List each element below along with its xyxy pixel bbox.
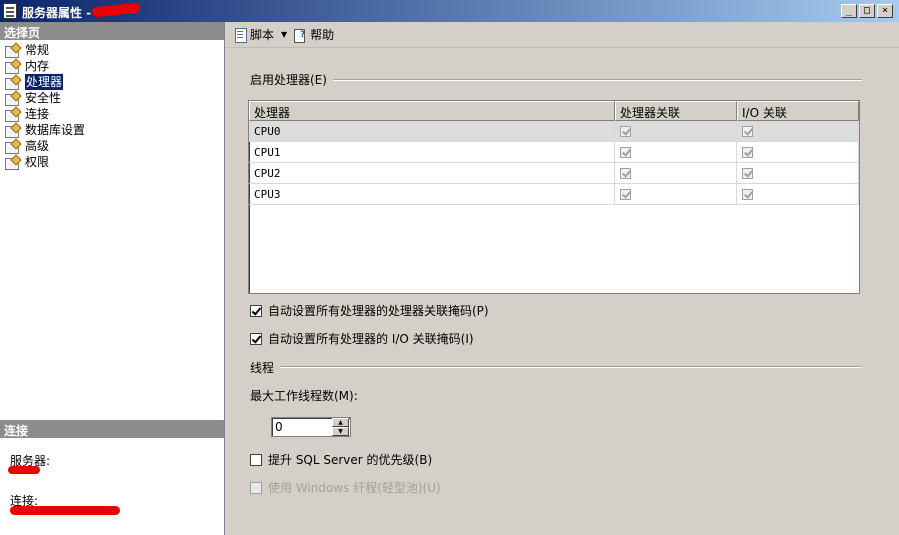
table-row[interactable]: CPU1	[249, 142, 859, 163]
page-item-label: 内存	[25, 59, 50, 73]
page-item-permissions[interactable]: 权限	[0, 154, 224, 170]
auto-io-affinity-checkbox[interactable]	[250, 332, 262, 345]
page-item-memory[interactable]: 内存	[0, 58, 224, 74]
close-button[interactable]: ×	[877, 4, 893, 18]
auto-io-affinity-label: 自动设置所有处理器的 I/O 关联掩码(I)	[268, 332, 474, 346]
max-worker-threads-label: 最大工作线程数(M):	[250, 389, 358, 403]
auto-affinity-option[interactable]: 自动设置所有处理器的处理器关联掩码(P)	[250, 302, 489, 319]
toolbar: 脚本 ▼ 帮助	[226, 22, 899, 48]
processor-grid: 处理器 处理器关联 I/O 关联 CPU0 CPU1 CPU2 CPU3	[248, 100, 860, 294]
page-item-label: 高级	[25, 139, 50, 153]
title-bar: 服务器属性 - _ □ ×	[0, 0, 899, 22]
page-icon	[4, 156, 21, 170]
spin-buttons: ▲ ▼	[332, 418, 349, 436]
page-item-label: 安全性	[25, 91, 62, 105]
redaction-mark	[8, 466, 40, 474]
auto-affinity-checkbox[interactable]	[250, 304, 262, 317]
page-item-advanced[interactable]: 高级	[0, 138, 224, 154]
affinity-cell	[615, 121, 737, 141]
window-title: 服务器属性 -	[22, 6, 92, 20]
help-button[interactable]: 帮助	[290, 25, 337, 45]
window-controls: _ □ ×	[841, 4, 893, 18]
grid-header: 处理器 处理器关联 I/O 关联	[249, 101, 859, 121]
io-affinity-checkbox	[742, 167, 753, 179]
processor-name: CPU1	[249, 142, 615, 162]
column-header-io-affinity[interactable]: I/O 关联	[737, 101, 859, 121]
auto-io-affinity-option[interactable]: 自动设置所有处理器的 I/O 关联掩码(I)	[250, 330, 474, 347]
boost-priority-option[interactable]: 提升 SQL Server 的优先级(B)	[250, 451, 432, 468]
page-icon	[4, 140, 21, 154]
io-affinity-checkbox	[742, 188, 753, 200]
affinity-cell	[615, 163, 737, 183]
left-pane: 选择页 常规 内存 处理器 安全性 连接 数据库设置 高级 权限 连接 服务器:…	[0, 22, 225, 535]
boost-priority-checkbox[interactable]	[250, 453, 262, 466]
script-button[interactable]: 脚本 ▼	[230, 25, 290, 45]
table-row[interactable]: CPU0	[249, 121, 859, 142]
lightweight-pooling-label: 使用 Windows 纤程(轻型池)(U)	[268, 481, 441, 495]
page-item-label: 连接	[25, 107, 50, 121]
spin-down-icon[interactable]: ▼	[332, 427, 349, 436]
page-item-label: 处理器	[25, 74, 64, 90]
script-label: 脚本	[250, 28, 275, 42]
group-divider	[250, 366, 862, 368]
page-item-label: 数据库设置	[25, 123, 86, 137]
redaction-mark	[91, 2, 141, 18]
help-icon	[293, 28, 307, 43]
io-affinity-cell	[737, 163, 859, 183]
connection-header: 连接	[0, 420, 224, 438]
affinity-cell	[615, 184, 737, 204]
server-properties-icon	[3, 3, 17, 19]
page-icon	[4, 60, 21, 74]
help-label: 帮助	[310, 28, 335, 42]
page-item-label: 常规	[25, 43, 50, 57]
select-page-header: 选择页	[0, 22, 224, 40]
page-item-connections[interactable]: 连接	[0, 106, 224, 122]
lightweight-pooling-checkbox[interactable]	[250, 481, 262, 494]
affinity-checkbox	[620, 188, 631, 200]
page-item-processors[interactable]: 处理器	[0, 74, 224, 90]
minimize-button[interactable]: _	[841, 4, 857, 18]
io-affinity-checkbox	[742, 146, 753, 158]
redaction-mark	[10, 506, 120, 515]
page-icon	[4, 44, 21, 58]
page-icon	[4, 92, 21, 106]
column-header-affinity[interactable]: 处理器关联	[615, 101, 737, 121]
auto-affinity-label: 自动设置所有处理器的处理器关联掩码(P)	[268, 304, 489, 318]
maximize-button[interactable]: □	[859, 4, 875, 18]
page-icon	[4, 76, 21, 90]
processor-name: CPU2	[249, 163, 615, 183]
processor-settings-panel: 启用处理器(E) 处理器 处理器关联 I/O 关联 CPU0 CPU1 CPU2…	[226, 49, 899, 535]
lightweight-pooling-option[interactable]: 使用 Windows 纤程(轻型池)(U)	[250, 479, 441, 496]
io-affinity-cell	[737, 121, 859, 141]
affinity-checkbox	[620, 125, 631, 137]
table-row[interactable]: CPU2	[249, 163, 859, 184]
affinity-checkbox	[620, 146, 631, 158]
page-item-label: 权限	[25, 155, 50, 169]
max-worker-threads-input[interactable]	[272, 418, 332, 436]
processor-name: CPU3	[249, 184, 615, 204]
page-list: 常规 内存 处理器 安全性 连接 数据库设置 高级 权限	[0, 40, 224, 170]
io-affinity-checkbox	[742, 125, 753, 137]
processors-group-title: 启用处理器(E)	[250, 71, 333, 88]
page-item-database-settings[interactable]: 数据库设置	[0, 122, 224, 138]
dropdown-arrow-icon: ▼	[281, 30, 288, 39]
io-affinity-cell	[737, 184, 859, 204]
boost-priority-label: 提升 SQL Server 的优先级(B)	[268, 453, 433, 467]
page-icon	[4, 124, 21, 138]
table-row[interactable]: CPU3	[249, 184, 859, 205]
threads-group-title: 线程	[250, 359, 281, 376]
processor-name: CPU0	[249, 121, 615, 141]
page-item-security[interactable]: 安全性	[0, 90, 224, 106]
group-divider	[250, 79, 862, 81]
affinity-checkbox	[620, 167, 631, 179]
io-affinity-cell	[737, 142, 859, 162]
script-icon	[233, 27, 247, 43]
column-header-processor[interactable]: 处理器	[249, 101, 615, 121]
connection-info: 服务器: 连接:	[0, 440, 224, 535]
spin-up-icon[interactable]: ▲	[332, 418, 349, 427]
page-icon	[4, 108, 21, 122]
max-worker-threads-stepper[interactable]: ▲ ▼	[271, 417, 351, 437]
page-item-general[interactable]: 常规	[0, 42, 224, 58]
affinity-cell	[615, 142, 737, 162]
